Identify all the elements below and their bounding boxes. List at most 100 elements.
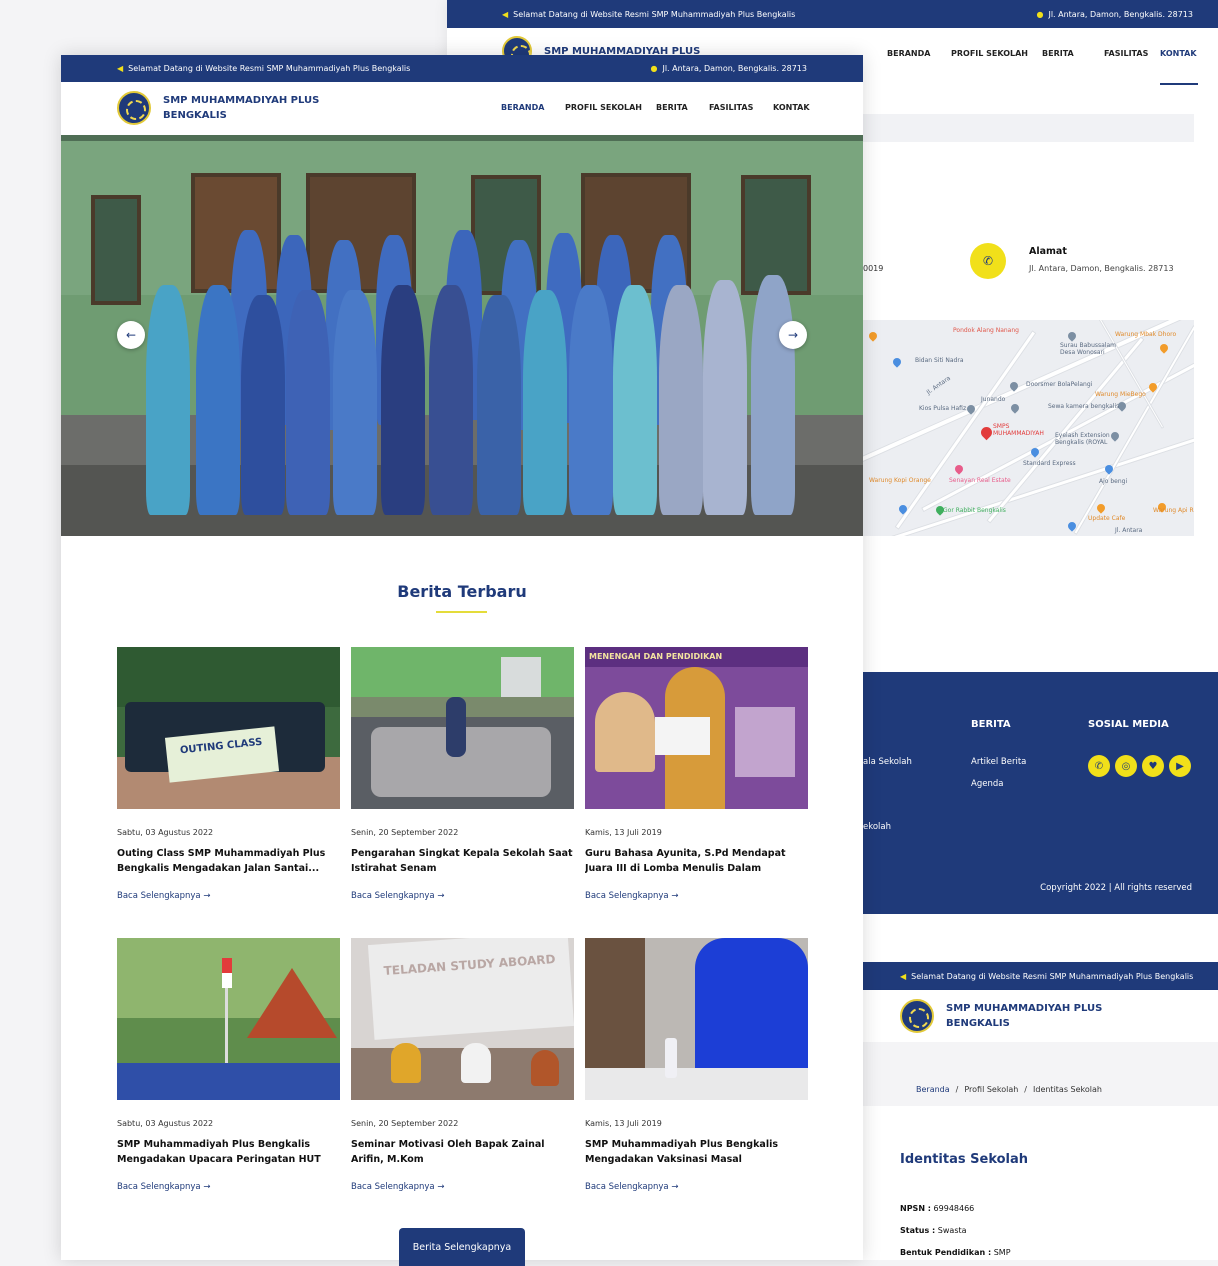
school-logo-icon: [900, 999, 934, 1033]
contact-topbar: ◀ Selamat Datang di Website Resmi SMP Muh…: [447, 0, 1218, 28]
news-date: Senin, 20 September 2022: [351, 1119, 459, 1128]
nav-profil-sekolah[interactable]: PROFIL SEKOLAH: [951, 49, 1042, 58]
nav-fasilitas[interactable]: FASILITAS: [709, 103, 773, 112]
section-title: Berita Terbaru: [397, 582, 527, 601]
nav-profil-sekolah[interactable]: PROFIL SEKOLAH: [565, 103, 656, 112]
read-more-link[interactable]: Baca Selengkapnya →: [117, 1182, 340, 1192]
field-bentuk-pendidikan: Bentuk Pendidikan : SMP: [900, 1248, 1011, 1257]
news-card[interactable]: Kamis, 13 Juli 2019 SMP Muhammadiyah Plu…: [585, 938, 808, 1192]
contact-value: Jl. Antara, Damon, Bengkalis. 28713: [1029, 264, 1174, 273]
footer-link-partial[interactable]: ala Sekolah: [863, 757, 912, 767]
contact-label: Alamat: [1029, 246, 1067, 257]
copyright-text: Copyright 2022 | All rights reserved: [1040, 883, 1192, 893]
hero-slider[interactable]: ← →: [61, 135, 863, 536]
megaphone-icon: ◀: [117, 64, 124, 73]
news-image[interactable]: MENENGAH DAN PENDIDIKAN: [585, 647, 808, 809]
section-title-underline: [436, 611, 487, 613]
home-brand[interactable]: SMP MUHAMMADIYAH PLUS BENGKALIS: [117, 91, 319, 125]
megaphone-icon: ◀: [502, 9, 509, 19]
nav-berita[interactable]: BERITA: [656, 103, 709, 112]
read-more-link[interactable]: Baca Selengkapnya →: [585, 891, 808, 901]
news-date: Kamis, 13 Juli 2019: [585, 828, 662, 837]
news-title[interactable]: Outing Class SMP Muhammadiyah Plus Bengk…: [117, 846, 340, 876]
contact-bar: [863, 114, 1194, 142]
footer-link-artikel[interactable]: Artikel Berita: [971, 757, 1026, 767]
footer-link-agenda[interactable]: Agenda: [971, 779, 1003, 789]
news-image[interactable]: OUTING CLASS: [117, 647, 340, 809]
field-npsn: NPSN : 69948466: [900, 1204, 975, 1213]
arrow-right-icon: →: [203, 891, 211, 901]
identitas-title: Identitas Sekolah: [900, 1152, 1029, 1167]
megaphone-icon: ◀: [900, 971, 907, 981]
phone-icon[interactable]: ✆: [1088, 755, 1110, 777]
social-icons: ✆ ◎ ♥ ▶: [1088, 755, 1191, 777]
nav-kontak[interactable]: KONTAK: [1160, 49, 1198, 85]
profile-brand[interactable]: SMP MUHAMMADIYAH PLUS BENGKALIS: [863, 990, 1218, 1042]
arrow-right-icon: →: [203, 1182, 211, 1192]
read-more-link[interactable]: Baca Selengkapnya →: [351, 891, 574, 901]
welcome-text: Selamat Datang di Website Resmi SMP Muha…: [128, 64, 411, 73]
welcome-text: Selamat Datang di Website Resmi SMP Muha…: [911, 971, 1194, 981]
profile-page-background: ◀ Selamat Datang di Website Resmi SMP Muh…: [863, 914, 1218, 1260]
home-header: SMP MUHAMMADIYAH PLUS BENGKALIS BERANDA P…: [61, 82, 863, 139]
school-location-pin-icon[interactable]: [978, 424, 995, 441]
read-more-link[interactable]: Baca Selengkapnya →: [351, 1182, 574, 1192]
footer-link-partial[interactable]: ekolah: [863, 822, 891, 832]
news-title[interactable]: Pengarahan Singkat Kepala Sekolah Saat I…: [351, 846, 574, 876]
location-pin-icon: ●: [1036, 9, 1044, 19]
arrow-right-icon: →: [671, 891, 679, 901]
footer-social-title: SOSIAL MEDIA: [1088, 719, 1169, 730]
news-image[interactable]: [117, 938, 340, 1100]
youtube-icon[interactable]: ▶: [1169, 755, 1191, 777]
instagram-icon[interactable]: ◎: [1115, 755, 1137, 777]
news-title[interactable]: SMP Muhammadiyah Plus Bengkalis Mengadak…: [585, 1137, 808, 1167]
contact-nav: BERANDA PROFIL SEKOLAH BERITA FASILITAS …: [887, 49, 1198, 85]
nav-fasilitas[interactable]: FASILITAS: [1104, 49, 1160, 58]
school-logo-icon: [117, 91, 151, 125]
arrow-right-icon: →: [671, 1182, 679, 1192]
news-date: Sabtu, 03 Agustus 2022: [117, 1119, 214, 1128]
news-date: Sabtu, 03 Agustus 2022: [117, 828, 214, 837]
arrow-right-icon: →: [437, 1182, 445, 1192]
breadcrumb-identitas: Identitas Sekolah: [1033, 1085, 1102, 1094]
news-date: Senin, 20 September 2022: [351, 828, 459, 837]
news-card[interactable]: Sabtu, 03 Agustus 2022 SMP Muhammadiyah …: [117, 938, 340, 1192]
profile-topbar: ◀ Selamat Datang di Website Resmi SMP Muh…: [863, 962, 1218, 990]
location-pin-icon: ●: [650, 64, 658, 73]
news-card[interactable]: TELADAN STUDY ABOARD Senin, 20 September…: [351, 938, 574, 1192]
breadcrumb-beranda[interactable]: Beranda: [916, 1085, 950, 1094]
more-news-button[interactable]: Berita Selengkapnya: [399, 1228, 525, 1266]
read-more-link[interactable]: Baca Selengkapnya →: [117, 891, 340, 901]
footer-berita-title: BERITA: [971, 719, 1011, 730]
nav-kontak[interactable]: KONTAK: [773, 103, 813, 112]
arrow-right-icon: →: [437, 891, 445, 901]
slider-prev-arrow-icon[interactable]: ←: [117, 321, 145, 349]
news-image[interactable]: [351, 647, 574, 809]
news-card[interactable]: OUTING CLASS Sabtu, 03 Agustus 2022 Outi…: [117, 647, 340, 901]
site-footer: ala Sekolah ekolah BERITA Artikel Berita…: [863, 672, 1218, 914]
slider-next-arrow-icon[interactable]: →: [779, 321, 807, 349]
twitter-icon[interactable]: ♥: [1142, 755, 1164, 777]
home-nav: BERANDA PROFIL SEKOLAH BERITA FASILITAS …: [501, 103, 813, 139]
address-text: Jl. Antara, Damon, Bengkalis. 28713: [662, 64, 807, 73]
news-image[interactable]: TELADAN STUDY ABOARD: [351, 938, 574, 1100]
news-card[interactable]: Senin, 20 September 2022 Pengarahan Sing…: [351, 647, 574, 901]
read-more-link[interactable]: Baca Selengkapnya →: [585, 1182, 808, 1192]
nav-berita[interactable]: BERITA: [1042, 49, 1104, 58]
partial-contact-value: 0019: [863, 264, 884, 273]
breadcrumb: Beranda / Profil Sekolah / Identitas Sekol…: [916, 1085, 1102, 1094]
breadcrumb-profil[interactable]: Profil Sekolah: [964, 1085, 1018, 1094]
news-title[interactable]: Seminar Motivasi Oleh Bapak Zainal Arifi…: [351, 1137, 574, 1167]
breadcrumb-bar: [863, 1042, 1218, 1106]
nav-beranda[interactable]: BERANDA: [501, 103, 565, 139]
phone-icon: ✆: [970, 243, 1006, 279]
address-text: Jl. Antara, Damon, Bengkalis. 28713: [1048, 9, 1193, 19]
home-page: ◀ Selamat Datang di Website Resmi SMP Muh…: [61, 55, 863, 1266]
news-image[interactable]: [585, 938, 808, 1100]
google-map[interactable]: Pondok Alang Nanang Warung Mbak Dhoro Su…: [863, 320, 1194, 536]
nav-beranda[interactable]: BERANDA: [887, 49, 951, 58]
news-title[interactable]: SMP Muhammadiyah Plus Bengkalis Mengadak…: [117, 1137, 340, 1167]
news-card[interactable]: MENENGAH DAN PENDIDIKAN Kamis, 13 Juli 2…: [585, 647, 808, 901]
news-title[interactable]: Guru Bahasa Ayunita, S.Pd Mendapat Juara…: [585, 846, 808, 876]
news-date: Kamis, 13 Juli 2019: [585, 1119, 662, 1128]
